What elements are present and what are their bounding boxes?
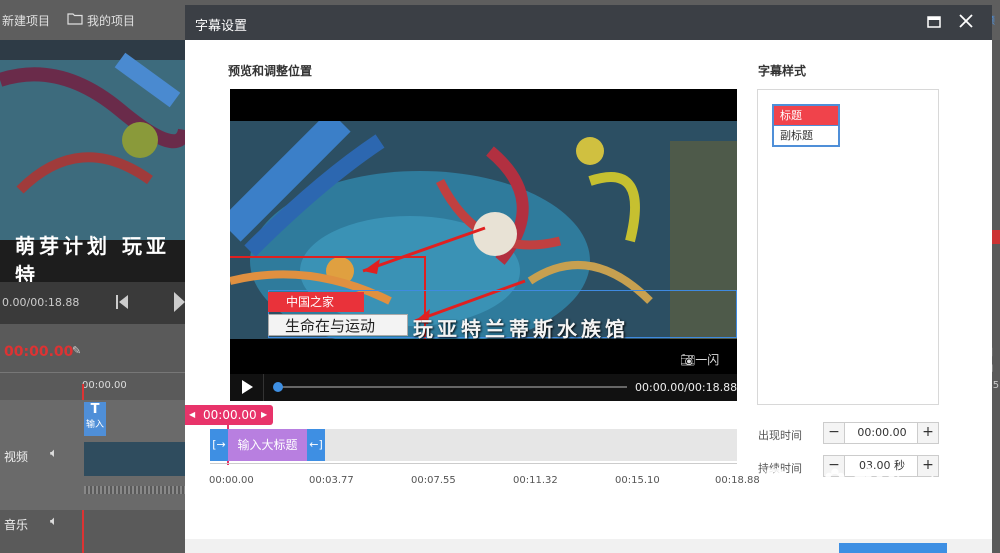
player-time: 00:00.00/00:18.88 — [635, 381, 737, 394]
dialog-title: 字幕设置 — [195, 19, 248, 34]
style-section-title: 字幕样式 — [758, 64, 807, 78]
background-current-time: 00:00.00 — [4, 344, 74, 360]
style-item-title[interactable]: 标题 — [774, 106, 838, 125]
duration-label: 持续时间 — [758, 462, 802, 475]
subtitle-settings-dialog: 字幕设置 预览和调整位置 字幕样式 玩亚特兰蒂斯水族馆 中国之家 生命在与运动 … — [185, 5, 992, 553]
clip-left-handle-icon[interactable]: [→ — [210, 429, 228, 461]
appear-time-increment[interactable]: + — [917, 422, 939, 444]
subtitle-text-input[interactable]: 生命在与运动 — [268, 314, 408, 336]
background-video-clip[interactable] — [84, 442, 185, 476]
progress-knob[interactable] — [273, 382, 283, 392]
duration-decrement[interactable]: − — [823, 455, 845, 477]
my-projects-menu[interactable]: 我的项目 — [87, 12, 135, 29]
previous-icon[interactable] — [116, 294, 128, 313]
subtitle-preview[interactable]: 玩亚特兰蒂斯水族馆 中国之家 生命在与运动 📷︎一闪 00:00.00/00:1… — [230, 89, 737, 401]
text-clip-icon: T — [90, 402, 100, 417]
appear-time-decrement[interactable]: − — [823, 422, 845, 444]
background-timeline: 00:00.00 ✎ 00:00.00 T 输入 视频 🔈︎ 音乐 🔈︎ — [0, 324, 185, 553]
volume-icon[interactable]: 🔈︎ — [50, 514, 58, 529]
duration-field[interactable]: 03.00 秒 — [844, 455, 920, 477]
timeline-tick: 00:07.55 — [411, 475, 456, 486]
timeline-tick: 00:18.88 — [715, 475, 760, 486]
background-timeline-start: 00:00.00 — [82, 380, 127, 391]
timeline-tick: 00:11.32 — [513, 475, 558, 486]
snapshot-button[interactable]: 📷︎一闪 — [680, 351, 719, 368]
play-icon[interactable] — [242, 380, 253, 397]
style-list: 标题 副标题 — [772, 104, 840, 147]
text-clip-label: 输入 — [85, 420, 104, 430]
camera-icon: 📷︎ — [680, 353, 696, 367]
caret-right-icon[interactable]: ▶ — [261, 405, 267, 425]
appear-time-label: 出现时间 — [758, 429, 802, 442]
duration-increment[interactable]: + — [917, 455, 939, 477]
dialog-header: 字幕设置 — [185, 5, 992, 40]
preview-section-title: 预览和调整位置 — [228, 64, 313, 78]
background-text-clip[interactable]: T 输入 — [84, 402, 106, 436]
track-label-video: 视频 — [4, 450, 29, 464]
style-item-subtitle[interactable]: 副标题 — [774, 125, 838, 145]
volume-icon[interactable]: 🔈︎ — [50, 446, 58, 461]
playhead-time-text: 00:00.00 — [203, 408, 257, 422]
edit-icon[interactable]: ✎ — [72, 344, 81, 357]
subtitle-style-panel: 标题 副标题 — [757, 89, 939, 405]
appear-time-field[interactable]: 00:00.00 — [844, 422, 920, 444]
timeline-tick: 00:00.00 — [209, 475, 254, 486]
caret-left-icon[interactable]: ◀ — [189, 405, 195, 425]
close-icon[interactable] — [953, 10, 979, 36]
subtitle-clip[interactable]: 输入大标题 — [228, 429, 307, 461]
preview-playbar: 00:00.00/00:18.88 — [230, 374, 737, 401]
video-caption-text: 玩亚特兰蒂斯水族馆 — [413, 317, 629, 341]
ruler-line — [210, 463, 737, 464]
background-caption: 萌芽计划 玩亚特 — [15, 234, 170, 282]
background-video-preview: 萌芽计划 玩亚特 — [0, 40, 185, 282]
snapshot-label: 一闪 — [695, 353, 720, 367]
background-player-controls: 0.00/00:18.88 — [0, 282, 185, 324]
maximize-icon[interactable] — [921, 10, 947, 36]
timeline-track[interactable]: [→ 输入大标题 ←] — [210, 429, 737, 461]
subtitle-title-label[interactable]: 中国之家 — [268, 292, 364, 312]
clip-right-handle-icon[interactable]: ←] — [307, 429, 325, 461]
timeline-playhead-time[interactable]: ◀ 00:00.00 ▶ — [185, 405, 273, 425]
confirm-button[interactable] — [839, 543, 947, 553]
timeline-tick: 00:15.10 — [615, 475, 660, 486]
timeline-tick: 00:03.77 — [309, 475, 354, 486]
background-time-readout: 0.00/00:18.88 — [2, 296, 80, 309]
folder-icon — [67, 12, 83, 28]
new-project-menu[interactable]: 新建项目 — [2, 12, 50, 29]
track-label-music: 音乐 — [4, 518, 29, 532]
background-waveform — [84, 486, 185, 494]
progress-track[interactable] — [277, 386, 627, 388]
